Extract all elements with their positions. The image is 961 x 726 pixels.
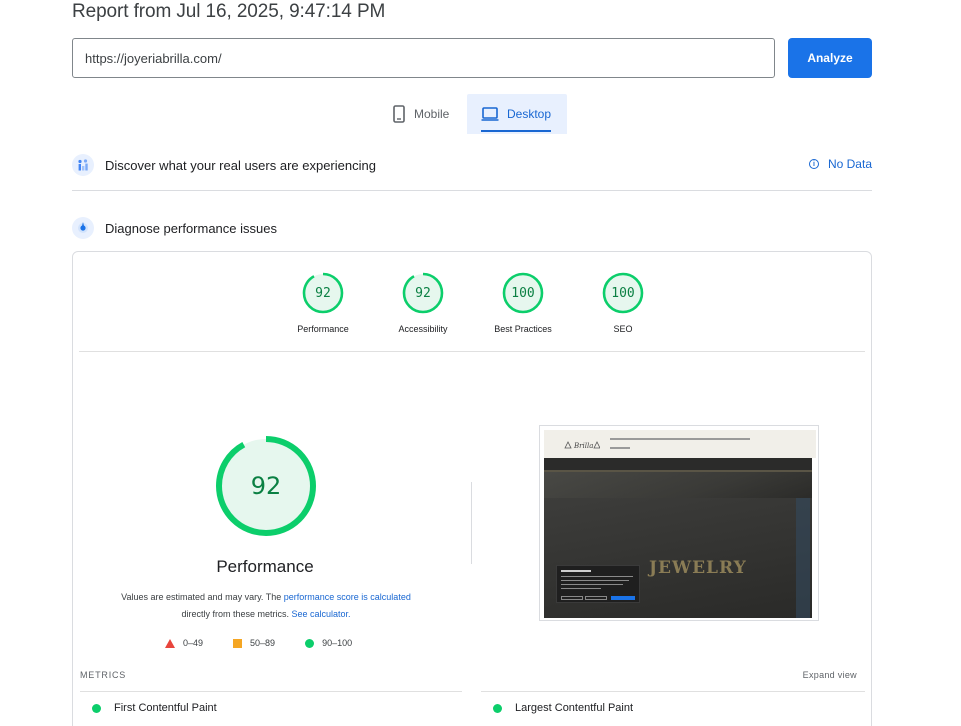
screenshot-cookie-banner [556, 565, 640, 603]
performance-gauge: 92 [215, 435, 317, 537]
score-gauge-best-practices[interactable]: 100 Best Practices [473, 272, 573, 334]
screenshot-side-panel [796, 498, 810, 618]
score-legend: 0–49 50–89 90–100 [165, 638, 385, 648]
score-gauge-performance[interactable]: 92 Performance [273, 272, 373, 334]
url-input[interactable] [72, 38, 775, 78]
cookie-button [585, 596, 607, 600]
tab-desktop-label: Desktop [507, 107, 552, 121]
desc-text-1: Values are estimated and may vary. The [121, 592, 284, 602]
tab-mobile-label: Mobile [414, 107, 450, 121]
score-label: Accessibility [398, 324, 448, 334]
score-label: SEO [613, 324, 633, 334]
users-chart-icon [72, 154, 94, 176]
tab-active-indicator [481, 130, 551, 132]
lighthouse-icon [72, 217, 94, 239]
pass-circle-icon [305, 638, 315, 648]
legend-fail-range: 0–49 [183, 638, 204, 648]
site-logo-icon: Brilla [564, 441, 600, 450]
see-calculator-link[interactable]: See calculator. [291, 609, 350, 619]
fail-triangle-icon [165, 638, 175, 648]
legend-pass-range: 90–100 [322, 638, 353, 648]
vertical-separator [471, 482, 472, 564]
screenshot-storefront-sign: JEWELRY [649, 558, 747, 578]
tab-mobile[interactable]: Mobile [380, 94, 467, 134]
desc-text-2: directly from these metrics. [181, 609, 292, 619]
score-label: Performance [297, 324, 349, 334]
metric-lcp: Largest Contentful Paint [493, 702, 633, 714]
score-gauge-accessibility[interactable]: 92 Accessibility [373, 272, 473, 334]
cookie-text-line [561, 588, 601, 589]
score-value: 92 [415, 285, 431, 301]
metric-fcp: First Contentful Paint [92, 702, 217, 714]
score-value: 100 [511, 285, 535, 301]
score-value: 100 [611, 285, 635, 301]
legend-fail: 0–49 [165, 638, 203, 648]
performance-description: Values are estimated and may vary. The p… [95, 589, 437, 623]
mobile-icon [392, 105, 406, 123]
metrics-divider [481, 691, 865, 692]
real-users-section: Discover what your real users are experi… [72, 153, 872, 177]
metrics-header: METRICS [80, 670, 127, 680]
score-ring: 92 [302, 272, 344, 314]
performance-score: 92 [250, 472, 282, 500]
screenshot-nav-bar [610, 438, 750, 440]
score-ring: 92 [402, 272, 444, 314]
score-ring: 100 [502, 272, 544, 314]
section-divider [72, 190, 872, 191]
average-square-icon [233, 638, 243, 648]
legend-pass: 90–100 [305, 638, 352, 648]
pass-circle-icon [92, 703, 101, 713]
cookie-text-line [561, 580, 629, 581]
cookie-button [611, 596, 635, 600]
report-title: Report from Jul 16, 2025, 9:47:14 PM [72, 1, 386, 22]
screenshot-awning [544, 458, 812, 472]
legend-average-range: 50–89 [250, 638, 276, 648]
screenshot-hero-image: JEWELRY [544, 458, 812, 618]
score-calculated-link[interactable]: performance score is calculated [284, 592, 411, 602]
no-data-label: No Data [827, 157, 872, 171]
score-value: 92 [315, 285, 331, 301]
score-gauge-seo[interactable]: 100 SEO [573, 272, 673, 334]
desktop-icon [481, 107, 499, 121]
screenshot-nav-bar [610, 447, 630, 449]
diagnose-section: Diagnose performance issues [72, 216, 872, 240]
cookie-text-line [561, 584, 623, 585]
metrics-divider [80, 691, 462, 692]
legend-average: 50–89 [233, 638, 275, 648]
tab-desktop[interactable]: Desktop [467, 94, 567, 134]
diagnose-title: Diagnose performance issues [105, 220, 277, 236]
metric-label: First Contentful Paint [114, 702, 217, 714]
screenshot-site-header: Brilla [544, 430, 816, 458]
card-divider [79, 351, 865, 352]
cookie-title-line [561, 570, 591, 572]
svg-text:Brilla: Brilla [573, 442, 593, 450]
metric-label: Largest Contentful Paint [515, 702, 634, 714]
score-label: Best Practices [494, 324, 552, 334]
expand-view-toggle[interactable]: Expand view [803, 670, 857, 680]
no-data-link[interactable]: i No Data [808, 157, 872, 171]
score-ring: 100 [602, 272, 644, 314]
analyze-button[interactable]: Analyze [788, 38, 872, 78]
real-users-title: Discover what your real users are experi… [105, 157, 376, 173]
lighthouse-report-card: 92 Performance 92 Accessibility 100 Best… [72, 251, 872, 726]
cookie-button [561, 596, 583, 600]
performance-title: Performance [216, 557, 314, 576]
cookie-text-line [561, 576, 633, 577]
page-screenshot-thumbnail: Brilla JEWELRY [539, 425, 819, 621]
info-icon: i [808, 159, 819, 169]
pass-circle-icon [493, 703, 502, 713]
